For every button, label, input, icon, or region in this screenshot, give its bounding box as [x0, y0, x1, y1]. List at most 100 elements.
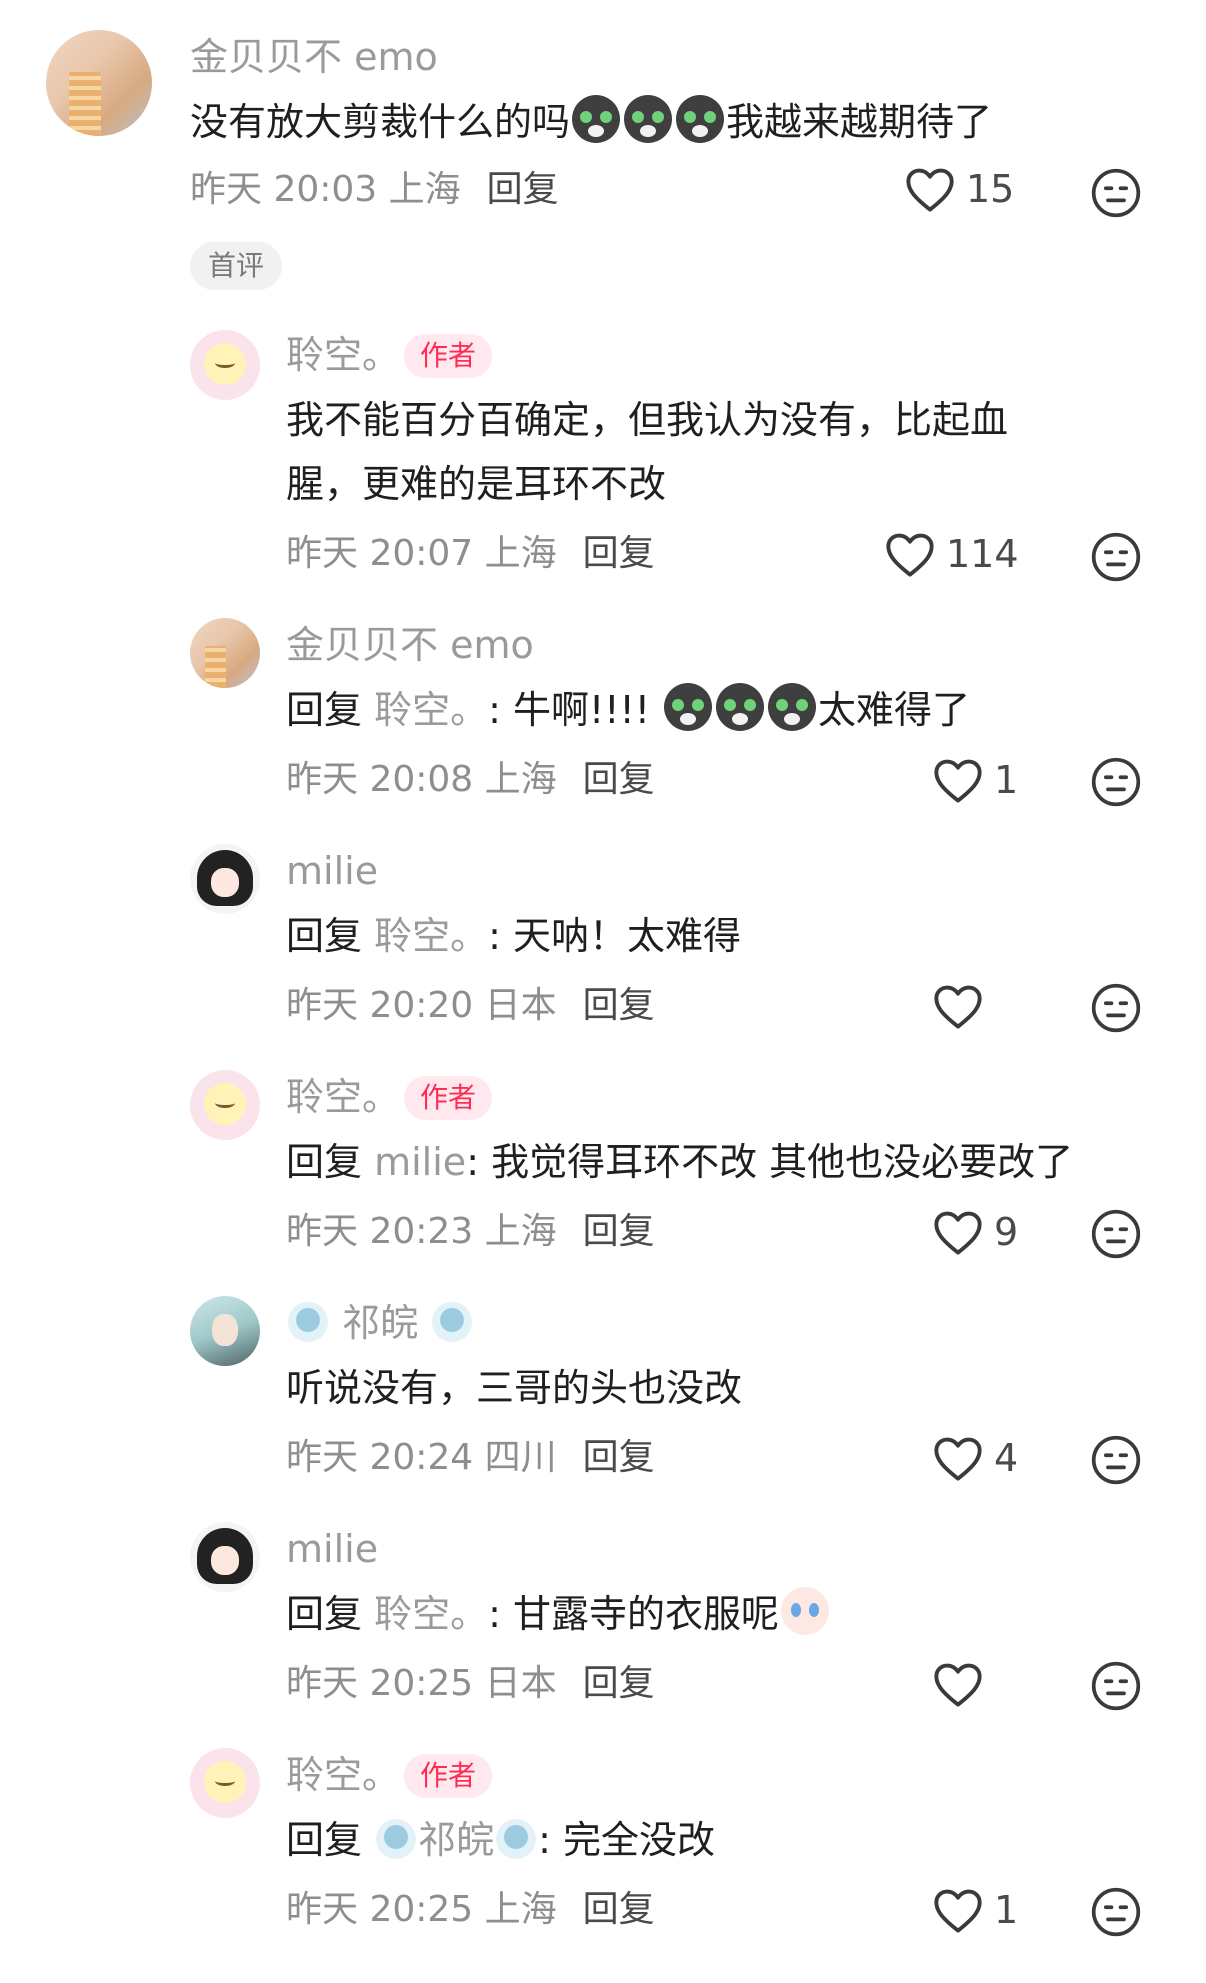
- comment-username[interactable]: milie: [286, 1530, 378, 1568]
- cat-emoji-icon: [624, 95, 673, 143]
- like-button[interactable]: 4: [932, 1434, 1018, 1482]
- comment-meta: 昨天 20:25 上海 回复: [286, 1892, 655, 1928]
- avatar[interactable]: [190, 1522, 260, 1592]
- reply-button[interactable]: 回复: [583, 1663, 655, 1704]
- comment-meta: 昨天 20:24 四川 回复: [286, 1440, 655, 1476]
- comment-text-body: : 我觉得耳环不改 其他也没必要改了: [466, 1140, 1074, 1184]
- comment-location: 日本: [484, 1663, 557, 1704]
- comment-time: 昨天 20:23: [286, 1211, 474, 1252]
- comment-time: 昨天 20:25: [286, 1889, 474, 1930]
- comment-location: 四川: [484, 1437, 557, 1478]
- reply-prefix: 回复: [286, 1140, 363, 1184]
- avatar[interactable]: [190, 1296, 260, 1366]
- reply-button[interactable]: 回复: [583, 1211, 655, 1252]
- comment-location: 上海: [484, 1889, 557, 1930]
- comment-meta: 昨天 20:25 日本 回复: [286, 1666, 655, 1702]
- comment-username[interactable]: 祁皖: [342, 1301, 418, 1345]
- reply-button[interactable]: 回复: [583, 1889, 655, 1930]
- meh-face-icon[interactable]: [1090, 1434, 1142, 1486]
- comment-location: 上海: [484, 759, 557, 800]
- reply-prefix: 回复: [286, 914, 363, 958]
- meh-face-icon[interactable]: [1090, 531, 1142, 583]
- comment-text-line: 腥，更难的是耳环不改: [286, 462, 667, 506]
- reply-target[interactable]: 聆空。: [374, 1592, 488, 1636]
- comment-time: 昨天 20:20: [286, 985, 474, 1026]
- reply-target[interactable]: 祁皖: [418, 1818, 494, 1862]
- avatar[interactable]: [190, 1070, 260, 1140]
- comment-username[interactable]: 金贝贝不 emo: [190, 38, 438, 76]
- comment-meta: 昨天 20:23 上海 回复: [286, 1214, 655, 1250]
- comment-username[interactable]: 金贝贝不 emo: [286, 626, 534, 664]
- like-button[interactable]: [932, 1660, 994, 1708]
- reply-button[interactable]: 回复: [583, 759, 655, 800]
- fan-emoji-icon: [288, 1302, 328, 1342]
- like-count: 1: [994, 758, 1019, 802]
- comment-username[interactable]: milie: [286, 852, 378, 890]
- fan-emoji-icon: [432, 1302, 473, 1342]
- author-badge: 作者: [404, 1754, 493, 1798]
- comment-time: 昨天 20:08: [286, 759, 474, 800]
- comment-meta: 昨天 20:07 上海 回复: [286, 536, 655, 572]
- like-button[interactable]: 1: [932, 1886, 1018, 1934]
- meh-face-icon[interactable]: [1090, 982, 1142, 1034]
- comment-text: 回复 祁皖: 完全没改: [286, 1808, 715, 1872]
- comment-text-prefix: 没有放大剪裁什么的吗: [190, 100, 571, 144]
- meh-face-icon[interactable]: [1090, 1208, 1142, 1260]
- comment-username[interactable]: 聆空。: [286, 1756, 400, 1794]
- reply-target[interactable]: 聆空。: [374, 914, 488, 958]
- comment-text: 回复 聆空。: 天呐！太难得: [286, 904, 741, 968]
- reply-button[interactable]: 回复: [583, 533, 655, 574]
- like-button[interactable]: [932, 982, 994, 1030]
- comment-text: 回复 聆空。: 甘露寺的衣服呢: [286, 1582, 831, 1646]
- author-badge: 作者: [404, 1076, 493, 1120]
- comment-text-body: : 甘露寺的衣服呢: [488, 1592, 780, 1636]
- like-button[interactable]: 9: [932, 1208, 1018, 1256]
- reply-target[interactable]: milie: [374, 1140, 466, 1184]
- like-button[interactable]: 15: [904, 165, 1014, 213]
- comment-text-suffix: 我越来越期待了: [726, 100, 993, 144]
- like-button[interactable]: 1: [932, 756, 1018, 804]
- comment-username[interactable]: 聆空。: [286, 336, 400, 374]
- heart-outline-icon: [934, 985, 982, 1029]
- reply-button[interactable]: 回复: [583, 985, 655, 1026]
- meh-face-icon[interactable]: [1090, 167, 1142, 219]
- avatar[interactable]: [190, 1748, 260, 1818]
- author-badge: 作者: [404, 334, 493, 378]
- comment-location: 上海: [388, 169, 461, 210]
- cat-emoji-icon: [664, 683, 713, 731]
- comment-username[interactable]: 聆空。: [286, 1078, 400, 1116]
- reply-button[interactable]: 回复: [583, 1437, 655, 1478]
- comment-time: 昨天 20:25: [286, 1663, 474, 1704]
- like-button[interactable]: 114: [884, 530, 1019, 578]
- comment-time: 昨天 20:07: [286, 533, 474, 574]
- comment-text: 听说没有，三哥的头也没改: [286, 1366, 743, 1410]
- heart-outline-icon: [934, 1663, 982, 1707]
- first-comment-badge: 首评: [190, 242, 283, 290]
- comment-time: 昨天 20:03: [190, 169, 378, 210]
- like-count: 4: [994, 1436, 1019, 1480]
- comment-text-body: : 完全没改: [538, 1818, 716, 1862]
- heart-outline-icon: [886, 533, 934, 577]
- avatar[interactable]: [190, 844, 260, 914]
- avatar[interactable]: [46, 30, 152, 136]
- meh-face-icon[interactable]: [1090, 756, 1142, 808]
- avatar[interactable]: [190, 618, 260, 688]
- meh-face-icon[interactable]: [1090, 1886, 1142, 1938]
- comment-text: 没有放大剪裁什么的吗 我越来越期待了: [190, 90, 992, 154]
- reply-button[interactable]: 回复: [487, 169, 559, 210]
- like-count: 15: [966, 167, 1015, 211]
- heart-outline-icon: [934, 759, 982, 803]
- cat-emoji-icon: [676, 95, 725, 143]
- reply-target[interactable]: 聆空。: [374, 688, 488, 732]
- heart-outline-icon: [934, 1889, 982, 1933]
- meh-face-icon[interactable]: [1090, 1660, 1142, 1712]
- comment-username-row[interactable]: 祁皖: [286, 1302, 474, 1342]
- like-count: 9: [994, 1210, 1019, 1254]
- cat-emoji-icon: [768, 683, 817, 731]
- comment-time: 昨天 20:24: [286, 1437, 474, 1478]
- avatar[interactable]: [190, 330, 260, 400]
- cat-emoji-icon: [572, 95, 621, 143]
- comment-meta: 昨天 20:08 上海 回复: [286, 762, 655, 798]
- cat-emoji-icon: [716, 683, 765, 731]
- comment-text-body: : 天呐！太难得: [488, 914, 742, 958]
